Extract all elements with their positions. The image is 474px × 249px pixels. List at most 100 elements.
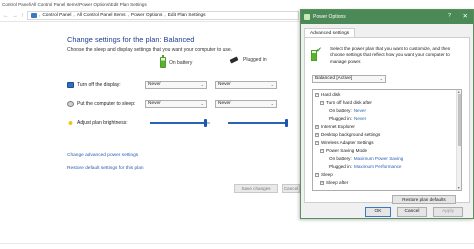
ok-button[interactable]: OK [365, 207, 391, 217]
control-panel-icon [31, 13, 37, 18]
breadcrumb-separator-icon: › [164, 13, 166, 18]
expander-icon[interactable]: − [320, 148, 324, 153]
breadcrumb[interactable]: › Control Panel › All Control Panel Item… [27, 11, 299, 20]
tree-setting-value[interactable]: Never [354, 108, 366, 113]
plugged-in-label: Plugged in [243, 57, 267, 63]
tree-item-hdd-plugged-in[interactable]: Plugged in: Never [329, 116, 366, 121]
slider-thumb[interactable] [285, 119, 288, 127]
tree-item-wifi-on-battery[interactable]: On battery: Maximum Power Saving [329, 156, 403, 161]
tree-setting-value[interactable]: Maximum Performance [354, 164, 401, 169]
dialog-titlebar[interactable]: Power Options ? ✕ [301, 10, 473, 24]
sleep-row: Put the computer to sleep: [67, 101, 135, 107]
tree-item-sleep-after[interactable]: + Sleep after [320, 180, 348, 185]
slider-fill [228, 122, 286, 124]
brightness-battery-slider[interactable] [150, 119, 210, 127]
expander-icon[interactable]: − [315, 92, 319, 97]
tree-item-internet-explorer[interactable]: + Internet Explorer [315, 124, 355, 129]
breadcrumb-separator-icon: › [127, 13, 129, 18]
close-icon[interactable]: ✕ [463, 12, 468, 20]
restore-defaults-link[interactable]: Restore default settings for this plan [67, 166, 144, 171]
display-plugged-value: Never [218, 82, 231, 87]
cancel-button[interactable]: Cancel [282, 184, 300, 193]
turn-off-display-row: Turn off the display: [67, 82, 121, 88]
brightness-sun-icon [67, 120, 74, 126]
display-battery-value: Never [148, 82, 161, 87]
forward-arrow-icon[interactable]: → [12, 13, 18, 19]
dialog-title: Power Options [313, 14, 346, 20]
sleep-plugged-value: Never [218, 101, 231, 106]
tree-item-hdd-on-battery[interactable]: On battery: Never [329, 108, 366, 113]
breadcrumb-separator-icon: › [73, 13, 75, 18]
on-battery-column-header: On battery [160, 55, 193, 68]
expander-icon[interactable]: − [315, 140, 319, 145]
expander-icon[interactable]: − [320, 100, 324, 105]
plug-icon [228, 57, 240, 63]
scroll-down-icon[interactable]: ▼ [457, 186, 460, 190]
tree-setting-label: On battery: [329, 108, 352, 113]
display-plugged-select[interactable]: Never ⌄ [215, 81, 277, 89]
tree-item-label: Power Saving Mode [326, 148, 368, 153]
plan-select[interactable]: Balanced [Active] ⌄ [312, 75, 386, 83]
slider-thumb[interactable] [204, 119, 207, 127]
change-advanced-settings-link[interactable]: Change advanced power settings [67, 153, 138, 158]
tree-setting-value[interactable]: Never [354, 116, 366, 121]
expander-icon[interactable]: + [315, 124, 319, 129]
tree-item-label: Wireless Adapter Settings [321, 140, 374, 145]
dialog-description: Select the power plan that you want to c… [330, 46, 451, 64]
power-options-dialog: Power Options ? ✕ Advanced settings ✔ Se… [300, 9, 474, 219]
address-bar: ← → ↑ › Control Panel › All Control Pane… [0, 10, 300, 22]
chevron-down-icon: ⌄ [200, 101, 204, 106]
battery-icon [160, 55, 166, 68]
breadcrumb-control-panel[interactable]: Control Panel [42, 13, 71, 18]
save-changes-button[interactable]: Save changes [234, 184, 278, 193]
settings-tree[interactable]: − Hard disk − Turn off hard disk after O… [312, 89, 462, 191]
tree-item-power-saving-mode[interactable]: − Power Saving Mode [320, 148, 367, 153]
tree-setting-value[interactable]: Maximum Power Saving [354, 156, 404, 161]
help-icon[interactable]: ? [448, 13, 451, 19]
tree-item-desktop-background[interactable]: + Desktop background settings [315, 132, 380, 137]
dialog-cancel-button[interactable]: Cancel [397, 207, 427, 217]
sleep-battery-select[interactable]: Never ⌄ [145, 100, 207, 108]
tree-item-label: Desktop background settings [321, 132, 381, 137]
chevron-down-icon: ⌄ [270, 101, 274, 106]
taskbar [0, 243, 474, 249]
scrollbar-thumb[interactable] [458, 94, 461, 146]
plan-select-value: Balanced [Active] [315, 76, 353, 81]
breadcrumb-separator-icon: › [39, 13, 41, 18]
tree-item-label: Hard disk [321, 92, 341, 97]
expander-icon[interactable]: − [315, 172, 319, 177]
tree-item-label: Sleep [321, 172, 333, 177]
chevron-down-icon: ⌄ [379, 76, 383, 81]
checkmark-icon: ✔ [316, 47, 322, 54]
tree-setting-label: On battery: [329, 156, 352, 161]
slider-fill [150, 122, 205, 124]
expander-icon[interactable]: + [320, 180, 324, 185]
power-options-icon [304, 14, 310, 20]
up-arrow-icon[interactable]: ↑ [21, 13, 24, 19]
tree-item-hard-disk[interactable]: − Hard disk [315, 92, 340, 97]
tree-scrollbar[interactable]: ▲ ▼ [456, 90, 461, 190]
brightness-plugged-slider[interactable] [228, 119, 288, 127]
breadcrumb-power-options[interactable]: Power Options [131, 13, 162, 18]
display-battery-select[interactable]: Never ⌄ [145, 81, 207, 89]
expander-icon[interactable]: + [315, 132, 319, 137]
plugged-in-column-header: Plugged in [228, 57, 267, 63]
breadcrumb-edit-plan[interactable]: Edit Plan Settings [168, 13, 206, 18]
tree-item-sleep[interactable]: − Sleep [315, 172, 333, 177]
brightness-label: Adjust plan brightness: [77, 120, 128, 126]
tree-item-label: Turn off hard disk after [326, 100, 372, 105]
on-battery-label: On battery [169, 59, 193, 66]
sleep-plugged-select[interactable]: Never ⌄ [215, 100, 277, 108]
back-arrow-icon[interactable]: ← [3, 13, 9, 19]
chevron-down-icon: ⌄ [270, 82, 274, 87]
tree-item-turn-off-hard-disk[interactable]: − Turn off hard disk after [320, 100, 372, 105]
sleep-icon [67, 101, 74, 107]
page-subtitle: Choose the sleep and display settings th… [67, 47, 233, 53]
apply-button[interactable]: Apply [433, 207, 463, 217]
tree-item-wifi-plugged-in[interactable]: Plugged in: Maximum Performance [329, 164, 401, 169]
breadcrumb-all-items[interactable]: All Control Panel Items [77, 13, 126, 18]
tree-item-wireless-adapter[interactable]: − Wireless Adapter Settings [315, 140, 374, 145]
power-plan-icon: ✔ [311, 46, 323, 62]
tree-setting-label: Plugged in: [329, 116, 352, 121]
restore-plan-defaults-button[interactable]: Restore plan defaults [392, 195, 456, 204]
